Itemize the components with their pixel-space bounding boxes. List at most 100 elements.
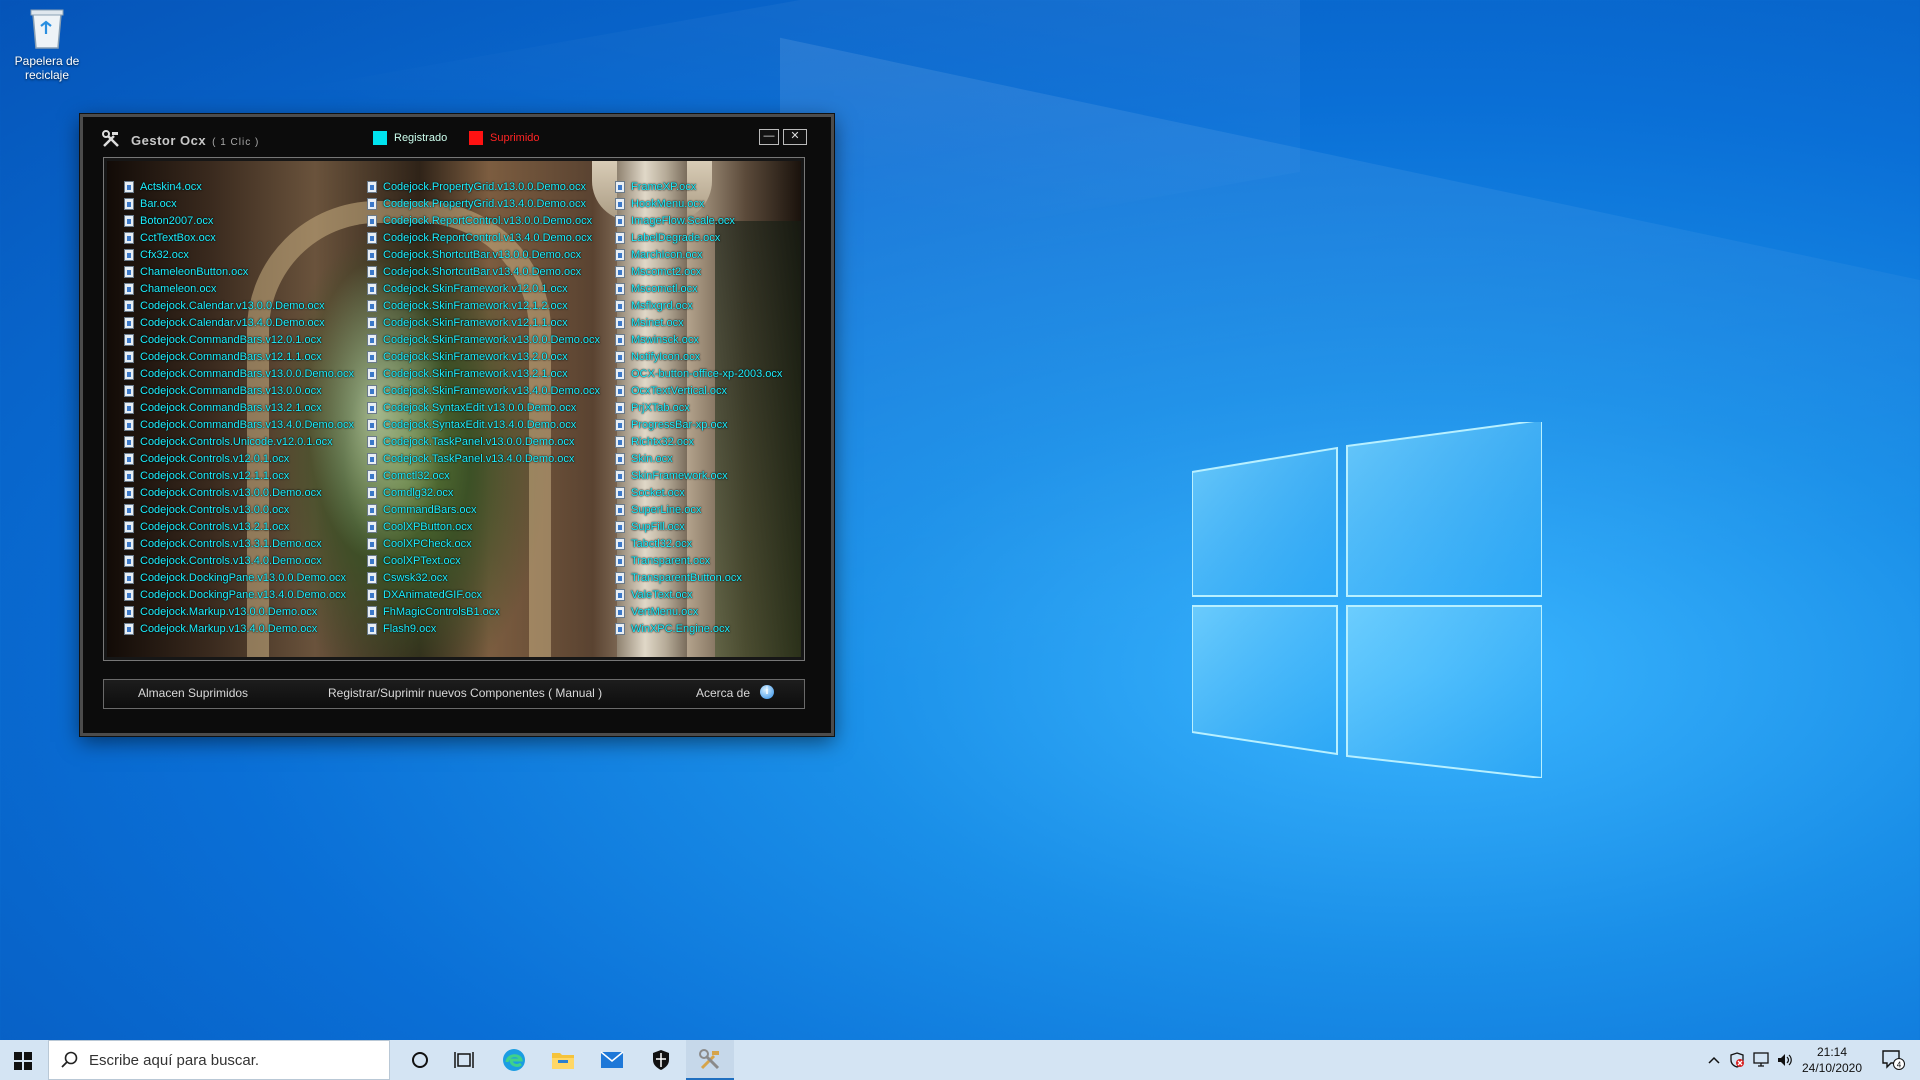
ocx-file-item[interactable]: Comctl32.ocx xyxy=(367,467,600,484)
ocx-manager-taskbar-button[interactable] xyxy=(686,1040,734,1080)
ocx-file-item[interactable]: Cswsk32.ocx xyxy=(367,569,600,586)
defender-tray-button[interactable] xyxy=(1726,1040,1748,1080)
ocx-file-item[interactable]: Richtx32.ocx xyxy=(615,433,782,450)
ocx-file-item[interactable]: Codejock.CommandBars.v13.0.0.Demo.ocx xyxy=(124,365,354,382)
close-button[interactable]: ✕ xyxy=(783,129,807,145)
start-button[interactable] xyxy=(0,1040,48,1080)
ocx-file-item[interactable]: Codejock.SkinFramework.v12.1.1.ocx xyxy=(367,314,600,331)
ocx-file-item[interactable]: Codejock.Calendar.v13.4.0.Demo.ocx xyxy=(124,314,354,331)
ocx-file-item[interactable]: Cfx32.ocx xyxy=(124,246,354,263)
stored-removed-button[interactable]: Almacen Suprimidos xyxy=(138,686,248,700)
ocx-file-item[interactable]: CoolXPCheck.ocx xyxy=(367,535,600,552)
ocx-file-item[interactable]: Tabctl32.ocx xyxy=(615,535,782,552)
ocx-file-item[interactable]: SupFill.ocx xyxy=(615,518,782,535)
ocx-file-item[interactable]: Boton2007.ocx xyxy=(124,212,354,229)
ocx-file-item[interactable]: Codejock.SkinFramework.v12.1.2.ocx xyxy=(367,297,600,314)
ocx-file-item[interactable]: Codejock.CommandBars.v13.2.1.ocx xyxy=(124,399,354,416)
task-view-button[interactable] xyxy=(440,1040,488,1080)
ocx-file-item[interactable]: HookMenu.ocx xyxy=(615,195,782,212)
ocx-file-item[interactable]: Codejock.ShortcutBar.v13.4.0.Demo.ocx xyxy=(367,263,600,280)
ocx-file-item[interactable]: Codejock.SkinFramework.v13.2.0.ocx xyxy=(367,348,600,365)
edge-button[interactable] xyxy=(490,1040,538,1080)
ocx-file-item[interactable]: CommandBars.ocx xyxy=(367,501,600,518)
ocx-file-item[interactable]: Codejock.Controls.Unicode.v12.0.1.ocx xyxy=(124,433,354,450)
ocx-file-item[interactable]: NotifyIcon.ocx xyxy=(615,348,782,365)
ocx-file-item[interactable]: Codejock.TaskPanel.v13.0.0.Demo.ocx xyxy=(367,433,600,450)
ocx-file-item[interactable]: Msflxgrd.ocx xyxy=(615,297,782,314)
ocx-file-item[interactable]: SkinFramework.ocx xyxy=(615,467,782,484)
mail-button[interactable] xyxy=(588,1040,636,1080)
file-explorer-button[interactable] xyxy=(539,1040,587,1080)
ocx-file-item[interactable]: Codejock.PropertyGrid.v13.4.0.Demo.ocx xyxy=(367,195,600,212)
ocx-file-item[interactable]: Codejock.DockingPane.v13.0.0.Demo.ocx xyxy=(124,569,354,586)
minimize-button[interactable]: — xyxy=(759,129,779,145)
ocx-file-item[interactable]: Transparent.ocx xyxy=(615,552,782,569)
ocx-file-item[interactable]: VertMenu.ocx xyxy=(615,603,782,620)
ocx-file-item[interactable]: Codejock.CommandBars.v13.4.0.Demo.ocx xyxy=(124,416,354,433)
ocx-file-item[interactable]: ValeText.ocx xyxy=(615,586,782,603)
ocx-file-item[interactable]: MarchIcon.ocx xyxy=(615,246,782,263)
ocx-file-item[interactable]: Codejock.SkinFramework.v13.0.0.Demo.ocx xyxy=(367,331,600,348)
ocx-file-item[interactable]: Socket.ocx xyxy=(615,484,782,501)
ocx-file-item[interactable]: DXAnimatedGIF.ocx xyxy=(367,586,600,603)
ocx-file-item[interactable]: Mscomctl.ocx xyxy=(615,280,782,297)
register-remove-button[interactable]: Registrar/Suprimir nuevos Componentes ( … xyxy=(328,686,602,700)
ocx-file-item[interactable]: FrameXP.ocx xyxy=(615,178,782,195)
ocx-file-item[interactable]: Mscomct2.ocx xyxy=(615,263,782,280)
cortana-button[interactable] xyxy=(396,1040,444,1080)
show-hidden-icons-button[interactable] xyxy=(1702,1040,1726,1080)
ocx-file-item[interactable]: Codejock.Controls.v12.1.1.ocx xyxy=(124,467,354,484)
ocx-file-item[interactable]: ImageFlow.Scale.ocx xyxy=(615,212,782,229)
ocx-file-item[interactable]: Codejock.Controls.v13.4.0.Demo.ocx xyxy=(124,552,354,569)
ocx-file-item[interactable]: ProgressBar-xp.ocx xyxy=(615,416,782,433)
about-button[interactable]: Acerca de xyxy=(696,686,750,700)
ocx-file-item[interactable]: Skin.ocx xyxy=(615,450,782,467)
ocx-file-item[interactable]: ChameleonButton.ocx xyxy=(124,263,354,280)
ocx-file-item[interactable]: CoolXPButton.ocx xyxy=(367,518,600,535)
ocx-file-item[interactable]: Codejock.DockingPane.v13.4.0.Demo.ocx xyxy=(124,586,354,603)
ocx-file-item[interactable]: CoolXPText.ocx xyxy=(367,552,600,569)
ocx-file-item[interactable]: SuperLine.ocx xyxy=(615,501,782,518)
ocx-file-item[interactable]: Codejock.CommandBars.v13.0.0.ocx xyxy=(124,382,354,399)
network-tray-button[interactable] xyxy=(1750,1040,1774,1080)
ocx-file-item[interactable]: OcxTextVertical.ocx xyxy=(615,382,782,399)
ocx-file-item[interactable]: PrjXTab.ocx xyxy=(615,399,782,416)
ocx-file-item[interactable]: Msinet.ocx xyxy=(615,314,782,331)
ocx-file-item[interactable]: Codejock.SyntaxEdit.v13.0.0.Demo.ocx xyxy=(367,399,600,416)
volume-tray-button[interactable] xyxy=(1774,1040,1796,1080)
ocx-file-item[interactable]: Codejock.SkinFramework.v13.2.1.ocx xyxy=(367,365,600,382)
ocx-file-item[interactable]: Codejock.Controls.v13.0.0.Demo.ocx xyxy=(124,484,354,501)
ocx-file-item[interactable]: OCX-button-office-xp-2003.ocx xyxy=(615,365,782,382)
ocx-file-item[interactable]: Codejock.SyntaxEdit.v13.4.0.Demo.ocx xyxy=(367,416,600,433)
ocx-file-item[interactable]: TransparentButton.ocx xyxy=(615,569,782,586)
ocx-file-item[interactable]: Codejock.PropertyGrid.v13.0.0.Demo.ocx xyxy=(367,178,600,195)
ocx-file-item[interactable]: Codejock.ReportControl.v13.0.0.Demo.ocx xyxy=(367,212,600,229)
ocx-file-item[interactable]: CctTextBox.ocx xyxy=(124,229,354,246)
ocx-file-item[interactable]: Codejock.ReportControl.v13.4.0.Demo.ocx xyxy=(367,229,600,246)
ocx-file-item[interactable]: Codejock.Controls.v13.3.1.Demo.ocx xyxy=(124,535,354,552)
ocx-file-item[interactable]: Codejock.TaskPanel.v13.4.0.Demo.ocx xyxy=(367,450,600,467)
security-button[interactable] xyxy=(637,1040,685,1080)
ocx-file-item[interactable]: Comdlg32.ocx xyxy=(367,484,600,501)
ocx-file-item[interactable]: WinXPC.Engine.ocx xyxy=(615,620,782,637)
ocx-file-item[interactable]: Codejock.CommandBars.v12.0.1.ocx xyxy=(124,331,354,348)
ocx-file-item[interactable]: FhMagicControlsB1.ocx xyxy=(367,603,600,620)
ocx-file-item[interactable]: Mswinsck.ocx xyxy=(615,331,782,348)
ocx-file-item[interactable]: Codejock.SkinFramework.v12.0.1.ocx xyxy=(367,280,600,297)
ocx-file-item[interactable]: Flash9.ocx xyxy=(367,620,600,637)
ocx-file-item[interactable]: Codejock.Calendar.v13.0.0.Demo.ocx xyxy=(124,297,354,314)
ocx-file-item[interactable]: Actskin4.ocx xyxy=(124,178,354,195)
title-bar[interactable]: Gestor Ocx ( 1 Clic ) Registrado Suprimid… xyxy=(83,117,831,153)
ocx-file-item[interactable]: Codejock.Controls.v13.0.0.ocx xyxy=(124,501,354,518)
ocx-file-item[interactable]: LabelDegrade.ocx xyxy=(615,229,782,246)
ocx-file-item[interactable]: Codejock.SkinFramework.v13.4.0.Demo.ocx xyxy=(367,382,600,399)
taskbar-search-box[interactable]: Escribe aquí para buscar. xyxy=(48,1040,390,1080)
info-icon[interactable]: i xyxy=(760,685,774,699)
clock[interactable]: 21:14 24/10/2020 xyxy=(1796,1044,1868,1076)
ocx-file-item[interactable]: Bar.ocx xyxy=(124,195,354,212)
ocx-file-item[interactable]: Chameleon.ocx xyxy=(124,280,354,297)
recycle-bin-desktop-icon[interactable]: Papelera de reciclaje xyxy=(8,6,86,82)
notifications-button[interactable]: 4 xyxy=(1876,1040,1910,1080)
ocx-file-item[interactable]: Codejock.Markup.v13.0.0.Demo.ocx xyxy=(124,603,354,620)
ocx-file-item[interactable]: Codejock.Controls.v12.0.1.ocx xyxy=(124,450,354,467)
